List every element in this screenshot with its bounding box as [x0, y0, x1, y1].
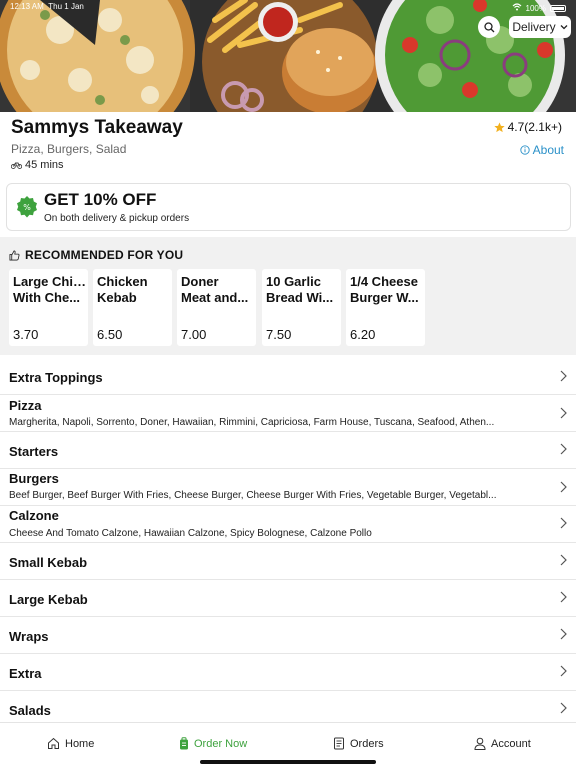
chevron-right-icon	[560, 443, 567, 455]
wifi-icon	[512, 3, 522, 13]
category-row-extra[interactable]: Extra	[0, 654, 576, 691]
account-person-icon	[474, 737, 486, 750]
status-time: 12:13 AM	[10, 2, 44, 11]
home-indicator	[200, 760, 376, 764]
category-row-calzone[interactable]: Calzone Cheese And Tomato Calzone, Hawai…	[0, 506, 576, 543]
category-row-starters[interactable]: Starters	[0, 432, 576, 469]
category-title: Burgers	[9, 471, 59, 486]
category-row-wraps[interactable]: Wraps	[0, 617, 576, 654]
category-title: Extra	[9, 666, 42, 681]
chevron-right-icon	[560, 665, 567, 677]
category-title: Salads	[9, 703, 51, 718]
recommended-item-name: Large Chips With Che...	[13, 274, 86, 305]
tab-order-now-label: Order Now	[194, 737, 248, 750]
recommended-item-price: 3.70	[13, 327, 39, 342]
info-icon	[519, 145, 530, 155]
recommended-item-price: 7.00	[181, 327, 207, 342]
tab-orders[interactable]: Orders	[333, 737, 384, 750]
order-bag-icon	[180, 737, 188, 750]
promo-subtitle: On both delivery & pickup orders	[44, 213, 190, 224]
chevron-right-icon	[560, 554, 567, 566]
search-icon	[483, 21, 494, 32]
chevron-right-icon	[560, 628, 567, 640]
recommended-item-price: 7.50	[266, 327, 292, 342]
recommended-heading-label: RECOMMENDED FOR YOU	[25, 248, 184, 262]
promo-title: GET 10% OFF	[44, 190, 157, 209]
category-row-small-kebab[interactable]: Small Kebab	[0, 543, 576, 580]
tab-orders-label: Orders	[350, 737, 384, 750]
rating-value: 4.7(2.1k+)	[507, 120, 562, 134]
category-row-extra-toppings[interactable]: Extra Toppings	[0, 359, 576, 395]
chevron-right-icon	[560, 481, 567, 493]
recommended-item[interactable]: 1/4 Cheese Burger W... 6.20	[346, 269, 425, 346]
category-title: Calzone	[9, 508, 59, 523]
status-date: Thu 1 Jan	[48, 2, 84, 11]
search-button[interactable]	[478, 16, 500, 38]
thumbs-up-icon	[9, 250, 20, 260]
category-row-large-kebab[interactable]: Large Kebab	[0, 580, 576, 617]
recommended-item-name: Chicken Kebab	[97, 274, 148, 305]
recommended-item-price: 6.50	[97, 327, 123, 342]
chevron-right-icon	[560, 517, 567, 529]
restaurant-name: Sammys Takeaway	[11, 117, 183, 138]
svg-text:%: %	[23, 203, 31, 212]
delivery-time-value: 45 mins	[25, 159, 64, 171]
recommended-section: RECOMMENDED FOR YOU Large Chips With Che.…	[0, 237, 576, 355]
chevron-right-icon	[560, 407, 567, 419]
battery-percentage: 100%	[525, 3, 546, 13]
category-title: Large Kebab	[9, 592, 88, 607]
about-label: About	[532, 143, 564, 157]
delivery-time: 45 mins	[11, 159, 64, 171]
recommended-item[interactable]: Chicken Kebab 6.50	[93, 269, 172, 346]
category-row-burgers[interactable]: Burgers Beef Burger, Beef Burger With Fr…	[0, 469, 576, 506]
bicycle-icon	[11, 162, 22, 169]
category-title: Extra Toppings	[9, 370, 103, 385]
category-description: Cheese And Tomato Calzone, Hawaiian Calz…	[9, 528, 372, 539]
category-title: Wraps	[9, 629, 49, 644]
star-icon	[493, 121, 505, 132]
cuisine-list: Pizza, Burgers, Salad	[11, 142, 127, 156]
tab-account[interactable]: Account	[474, 737, 531, 750]
chevron-right-icon	[560, 370, 567, 382]
tab-account-label: Account	[491, 737, 531, 750]
rating: 4.7(2.1k+)	[493, 120, 562, 134]
category-row-pizza[interactable]: Pizza Margherita, Napoli, Sorrento, Done…	[0, 395, 576, 432]
promo-banner[interactable]: % GET 10% OFF On both delivery & pickup …	[6, 183, 571, 231]
category-description: Beef Burger, Beef Burger With Fries, Che…	[9, 490, 497, 501]
category-description: Margherita, Napoli, Sorrento, Doner, Haw…	[9, 417, 495, 428]
about-link[interactable]: About	[519, 143, 564, 157]
chevron-down-icon	[560, 25, 568, 30]
chevron-right-icon	[560, 591, 567, 603]
recommended-heading: RECOMMENDED FOR YOU	[9, 248, 183, 262]
tab-home[interactable]: Home	[47, 737, 94, 750]
orders-receipt-icon	[334, 737, 344, 750]
category-title: Starters	[9, 444, 59, 459]
recommended-item[interactable]: Large Chips With Che... 3.70	[9, 269, 88, 346]
tab-order-now[interactable]: Order Now	[179, 737, 247, 750]
category-title: Pizza	[9, 398, 42, 413]
recommended-item-name: 10 Garlic Bread Wi...	[266, 274, 334, 305]
recommended-item-name: 1/4 Cheese Burger W...	[350, 274, 419, 305]
recommended-item[interactable]: Doner Meat and... 7.00	[177, 269, 256, 346]
category-row-salads[interactable]: Salads	[0, 691, 576, 722]
recommended-item-name: Doner Meat and...	[181, 274, 249, 305]
home-icon	[48, 737, 59, 749]
status-bar: 12:13 AM Thu 1 Jan 100%	[10, 2, 566, 14]
delivery-mode-label: Delivery	[512, 20, 556, 34]
tab-home-label: Home	[65, 737, 95, 750]
discount-badge-icon: %	[17, 196, 37, 218]
recommended-item-price: 6.20	[350, 327, 376, 342]
delivery-mode-dropdown[interactable]: Delivery	[509, 16, 571, 38]
recommended-item[interactable]: 10 Garlic Bread Wi... 7.50	[262, 269, 341, 346]
chevron-right-icon	[560, 702, 567, 714]
category-title: Small Kebab	[9, 555, 88, 570]
battery-icon	[550, 4, 566, 12]
